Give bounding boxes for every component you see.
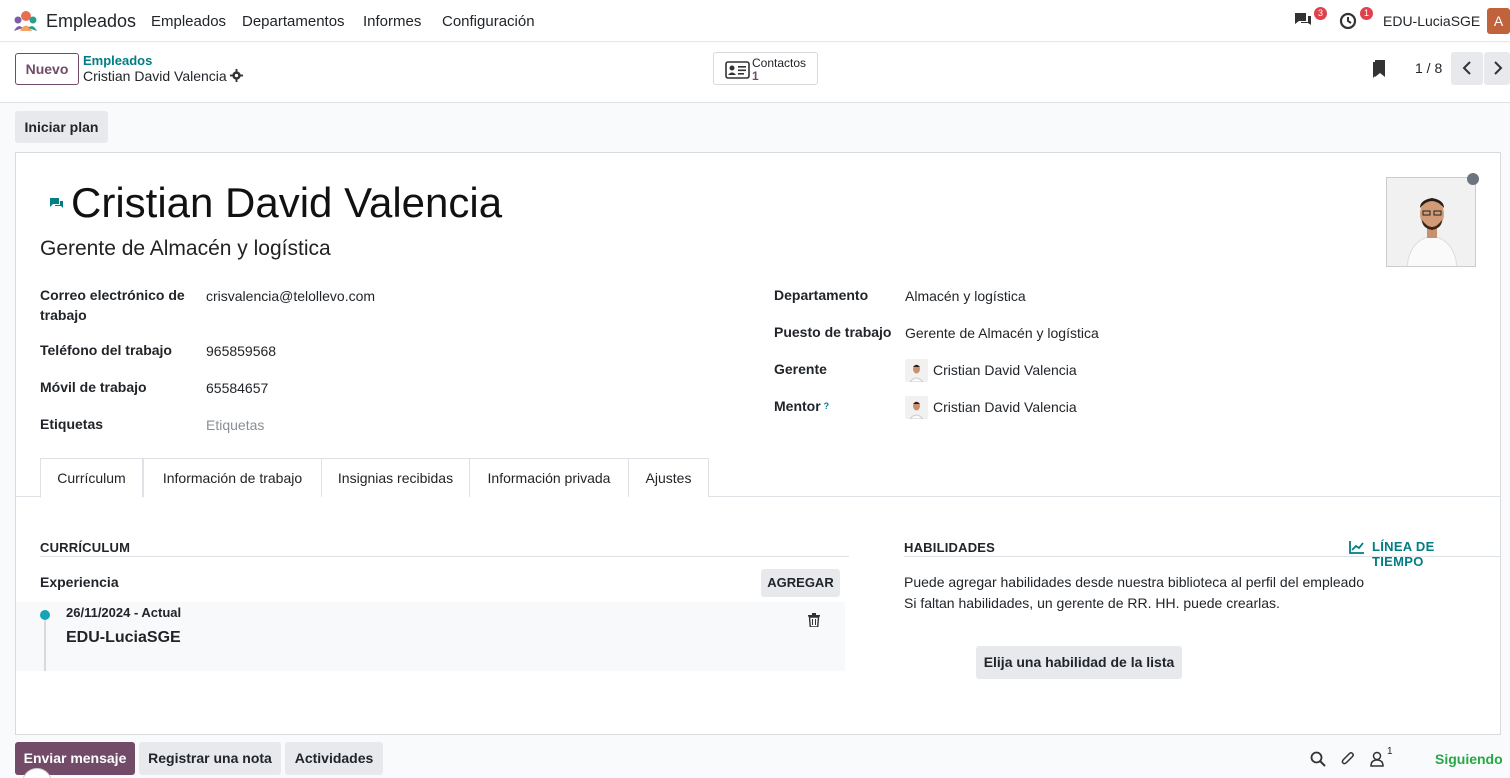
menu-informes[interactable]: Informes (363, 13, 421, 30)
tab-ajustes[interactable]: Ajustes (628, 458, 709, 497)
person-photo (905, 396, 928, 419)
contacts-count: 1 (752, 69, 759, 83)
tab-informacion-trabajo[interactable]: Información de trabajo (143, 458, 322, 497)
menu-configuracion[interactable]: Configuración (442, 13, 535, 30)
timeline-dot (40, 610, 50, 620)
person-photo (905, 359, 928, 382)
work-phone-label: Teléfono del trabajo (40, 342, 172, 358)
mentor-field[interactable]: Cristian David Valencia (933, 399, 1077, 415)
messages-button[interactable]: 3 (1293, 7, 1327, 31)
tab-curriculum[interactable]: Currículum (40, 458, 143, 498)
messages-badge: 3 (1313, 7, 1327, 20)
tags-field[interactable]: Etiquetas (206, 417, 264, 433)
resume-divider (40, 556, 849, 557)
activities-button[interactable]: 1 (1339, 7, 1373, 31)
mobile-label: Móvil de trabajo (40, 379, 147, 395)
timeline-link-label: LÍNEA DE TIEMPO (1372, 539, 1435, 569)
clock-icon (1339, 12, 1357, 30)
log-note-button[interactable]: Registrar una nota (139, 742, 281, 775)
mentor-label: Mentor? (774, 396, 829, 416)
department-label: Departamento (774, 287, 869, 303)
skills-empty-text-1: Puede agregar habilidades desde nuestra … (904, 574, 1364, 590)
help-tooltip-icon[interactable]: ? (824, 401, 830, 411)
menu-departamentos[interactable]: Departamentos (242, 13, 345, 30)
new-button[interactable]: Nuevo (15, 53, 79, 85)
chevron-right-icon (1494, 61, 1503, 75)
mentor-avatar (905, 396, 928, 419)
following-button[interactable]: Siguiendo (1435, 751, 1503, 767)
bookmark-icon[interactable] (1372, 59, 1386, 79)
menu-empleados[interactable]: Empleados (151, 13, 226, 30)
user-avatar[interactable]: A (1487, 8, 1510, 34)
chat-icon[interactable] (49, 197, 64, 210)
tags-label: Etiquetas (40, 416, 104, 432)
control-panel: Nuevo Empleados Cristian David Valencia … (0, 43, 1510, 103)
form-tabs: Currículum Información de trabajo Insign… (16, 458, 1500, 498)
add-resume-line-button[interactable]: AGREGAR (761, 569, 840, 597)
mentor-label-text: Mentor (774, 398, 821, 414)
trash-icon[interactable] (808, 613, 820, 627)
department-field[interactable]: Almacén y logística (905, 288, 1026, 304)
breadcrumb-parent[interactable]: Empleados (83, 53, 152, 68)
activities-badge: 1 (1359, 7, 1373, 20)
start-plan-button[interactable]: Iniciar plan (15, 111, 108, 143)
resume-line-name: EDU-LuciaSGE (66, 629, 181, 646)
app-name[interactable]: Empleados (46, 11, 136, 32)
activities-button-chatter[interactable]: Actividades (285, 742, 383, 775)
skills-section-title: HABILIDADES (904, 540, 996, 555)
id-card-icon (725, 61, 750, 79)
line-chart-icon (1349, 541, 1364, 554)
chat-icon (1295, 13, 1311, 25)
job-position-label: Puesto de trabajo (774, 324, 892, 340)
employee-name[interactable]: Cristian David Valencia (71, 179, 502, 227)
employees-app-icon[interactable] (12, 10, 39, 32)
work-phone-field[interactable]: 965859568 (206, 343, 276, 359)
presence-status-dot (1467, 173, 1479, 185)
breadcrumb-current: Cristian David Valencia (83, 68, 227, 84)
followers-count: 1 (1387, 746, 1393, 757)
search-icon[interactable] (1310, 751, 1326, 767)
chevron-left-icon (1462, 61, 1471, 75)
employee-job-title[interactable]: Gerente de Almacén y logística (40, 237, 331, 261)
manager-avatar (905, 359, 928, 382)
tab-informacion-privada[interactable]: Información privada (469, 458, 629, 497)
tab-insignias[interactable]: Insignias recibidas (321, 458, 470, 497)
contacts-label: Contactos (752, 56, 807, 70)
contacts-smart-button[interactable]: Contactos 1 (713, 52, 818, 85)
skills-empty-text-2: Si faltan habilidades, un gerente de RR.… (904, 595, 1280, 611)
employee-photo[interactable] (1386, 177, 1476, 267)
work-email-label: Correo electrónico de trabajo (40, 287, 185, 323)
followers-user-icon[interactable] (1369, 751, 1385, 767)
timeline-link[interactable]: LÍNEA DE TIEMPO (1349, 539, 1489, 569)
experience-label: Experiencia (40, 574, 119, 590)
job-position-field[interactable]: Gerente de Almacén y logística (905, 325, 1099, 341)
pick-skill-button[interactable]: Elija una habilidad de la lista (976, 646, 1182, 679)
paperclip-icon[interactable] (1340, 751, 1356, 767)
manager-field[interactable]: Cristian David Valencia (933, 362, 1077, 378)
gear-icon[interactable] (230, 69, 243, 82)
mobile-field[interactable]: 65584657 (206, 380, 268, 396)
pager-previous-button[interactable] (1451, 52, 1483, 85)
person-photo (1387, 178, 1475, 266)
resume-section-title: CURRÍCULUM (40, 540, 131, 555)
company-switcher[interactable]: EDU-LuciaSGE (1383, 13, 1480, 29)
work-email-field[interactable]: crisvalencia@telollevo.com (206, 288, 375, 304)
pager-value[interactable]: 1 / 8 (1415, 60, 1442, 76)
resume-line-date: 26/11/2024 - Actual (66, 605, 182, 620)
employee-form-sheet: Cristian David Valencia Gerente de Almac… (15, 152, 1501, 735)
top-navbar: Empleados Empleados Departamentos Inform… (0, 0, 1510, 42)
pager-next-button[interactable] (1484, 52, 1510, 85)
manager-label: Gerente (774, 361, 827, 377)
timeline-bar (44, 620, 46, 671)
